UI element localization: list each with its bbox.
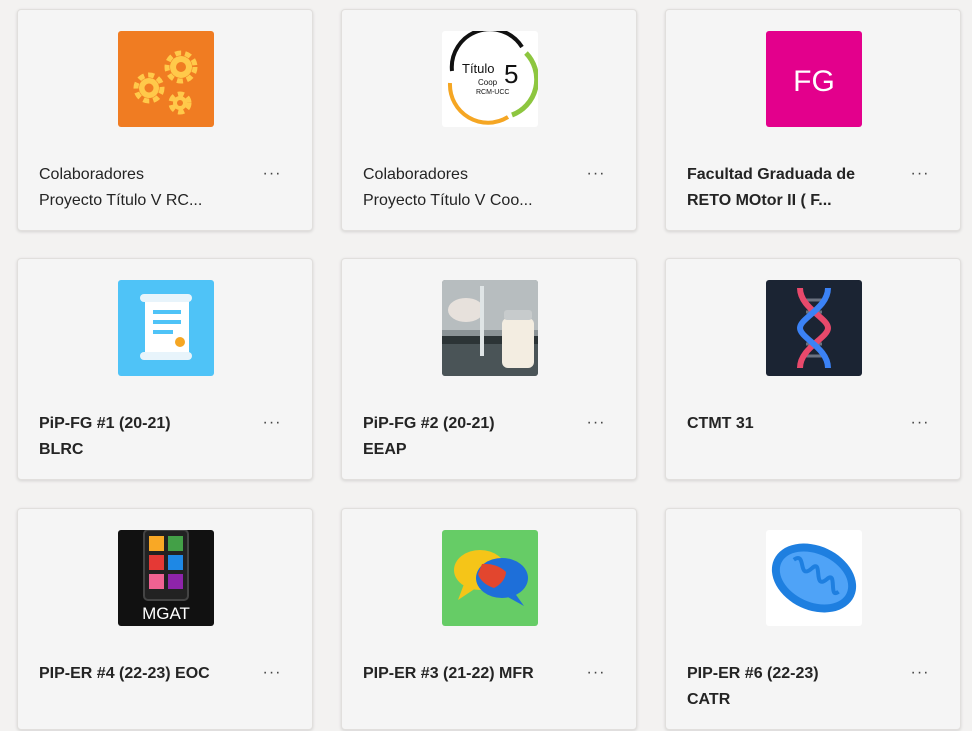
team-card[interactable]: Título 5 Coop RCM-UCC Colaboradores Proy… [341, 9, 637, 231]
mitochondria-icon [766, 530, 862, 626]
team-card[interactable]: Colaboradores Proyecto Título V RC... ··… [17, 9, 313, 231]
dna-icon [766, 280, 862, 376]
svg-text:Título: Título [462, 61, 495, 76]
chat-bubbles-icon [442, 530, 538, 626]
more-options-button[interactable]: ··· [906, 659, 934, 687]
team-name[interactable]: PIP-ER #6 (22-23) CATR [687, 661, 892, 713]
more-options-button[interactable]: ··· [906, 409, 934, 437]
team-name[interactable]: CTMT 31 [687, 411, 892, 437]
fg-initials-icon: FG [766, 31, 862, 127]
svg-text:MGAT: MGAT [142, 604, 190, 623]
team-name[interactable]: Colaboradores Proyecto Título V RC... [39, 162, 244, 214]
gears-icon [118, 31, 214, 127]
team-name[interactable]: PIP-ER #4 (22-23) EOC [39, 661, 244, 687]
scroll-document-icon [118, 280, 214, 376]
team-card[interactable]: FG Facultad Graduada de RETO MOtor II ( … [665, 9, 961, 231]
team-card[interactable]: MGAT PIP-ER #4 (22-23) EOC ··· [17, 508, 313, 730]
more-options-button[interactable]: ··· [258, 659, 286, 687]
more-options-button[interactable]: ··· [258, 409, 286, 437]
more-options-button[interactable]: ··· [582, 659, 610, 687]
team-name[interactable]: Colaboradores Proyecto Título V Coo... [363, 162, 568, 214]
team-card[interactable]: PIP-ER #6 (22-23) CATR ··· [665, 508, 961, 730]
team-name[interactable]: PIP-ER #3 (21-22) MFR [363, 661, 568, 687]
team-name[interactable]: PiP-FG #2 (20-21) EEAP [363, 411, 568, 463]
team-name[interactable]: Facultad Graduada de RETO MOtor II ( F..… [687, 162, 892, 214]
more-options-button[interactable]: ··· [582, 409, 610, 437]
team-card[interactable]: PIP-ER #3 (21-22) MFR ··· [341, 508, 637, 730]
svg-text:RCM-UCC: RCM-UCC [476, 89, 509, 96]
svg-text:FG: FG [793, 65, 835, 98]
team-name[interactable]: PiP-FG #1 (20-21) BLRC [39, 411, 244, 463]
more-options-button[interactable]: ··· [906, 160, 934, 188]
mgat-app-icon: MGAT [118, 530, 214, 626]
team-card[interactable]: PiP-FG #1 (20-21) BLRC ··· [17, 258, 313, 480]
more-options-button[interactable]: ··· [582, 160, 610, 188]
svg-text:Coop: Coop [478, 78, 498, 87]
more-options-button[interactable]: ··· [258, 160, 286, 188]
svg-text:5: 5 [504, 59, 518, 89]
team-card[interactable]: PiP-FG #2 (20-21) EEAP ··· [341, 258, 637, 480]
titulo-5-coop-logo: Título 5 Coop RCM-UCC [442, 31, 538, 127]
lab-photo-icon [442, 280, 538, 376]
team-card[interactable]: CTMT 31 ··· [665, 258, 961, 480]
